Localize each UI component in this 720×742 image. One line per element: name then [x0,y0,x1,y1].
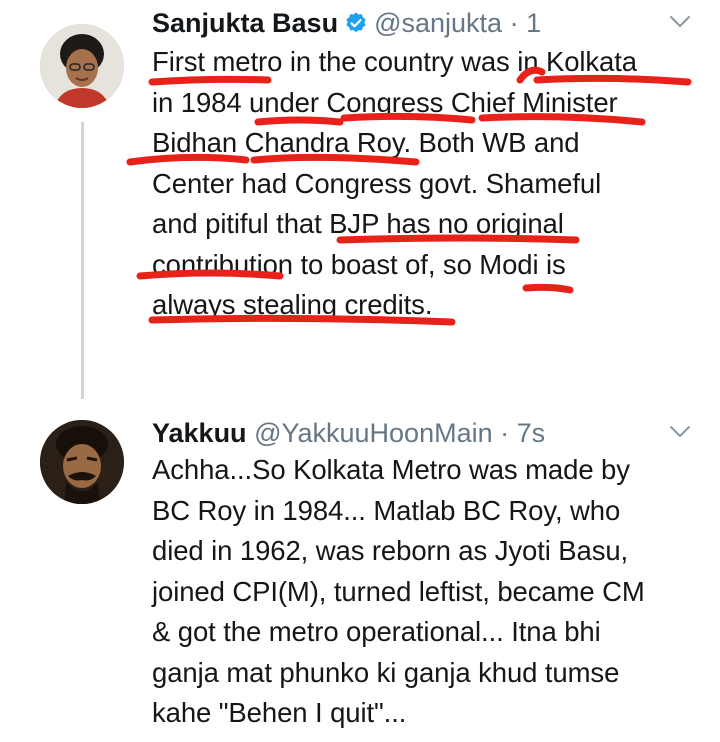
verified-badge-icon [344,9,368,43]
tweet-text-line: First metro in the country was in Kolkat… [152,46,637,77]
tweet-text-line: kahe "Behen I quit"... [152,697,407,728]
tweet-text-line: Center had Congress govt. Shameful [152,167,602,199]
avatar[interactable] [40,420,124,504]
tweet-text-line: died in 1962, was reborn as Jyoti Basu, [152,535,629,566]
tweet-timestamp[interactable]: 1 [526,8,541,38]
thread-connector-line [81,122,84,399]
tweet-header: Sanjukta Basu @sanjukta · 1 [152,6,541,43]
chevron-down-icon[interactable] [668,14,692,30]
tweet-text-line: Bidhan Chandra Roy. Both WB and [152,127,580,158]
tweet-text-line: ganja mat phunko ki ganja khud tumse [152,656,620,688]
tweet-text: Achha...So Kolkata Metro was made by BC … [152,450,712,734]
chevron-down-icon[interactable] [668,424,692,440]
display-name[interactable]: Sanjukta Basu [152,8,338,38]
user-handle[interactable]: @sanjukta [374,8,502,38]
display-name[interactable]: Yakkuu [152,418,247,448]
tweet-text-line: always stealing credits. [152,289,433,320]
tweet-text: First metro in the country was in Kolkat… [152,42,712,326]
tweet-timestamp[interactable]: 7s [517,418,546,448]
tweet-text-line: contribution to boast of, so Modi is [152,248,566,280]
tweet-text-line: in 1984 under Congress Chief Minister [152,86,618,118]
tweet-text-line: & got the metro operational... Itna bhi [152,616,601,647]
separator-dot: · [509,8,519,38]
separator-dot: · [500,418,510,448]
tweet-header: Yakkuu @YakkuuHoonMain · 7s [152,416,545,450]
tweet-text-line: BC Roy in 1984... Matlab BC Roy, who [152,494,621,526]
user-handle[interactable]: @YakkuuHoonMain [254,418,493,448]
tweet-text-line: and pitiful that BJP has no original [152,208,564,239]
tweet-text-line: joined CPI(M), turned leftist, became CM [152,575,645,607]
tweet-text-line: Achha...So Kolkata Metro was made by [152,454,630,485]
avatar[interactable] [40,24,124,108]
